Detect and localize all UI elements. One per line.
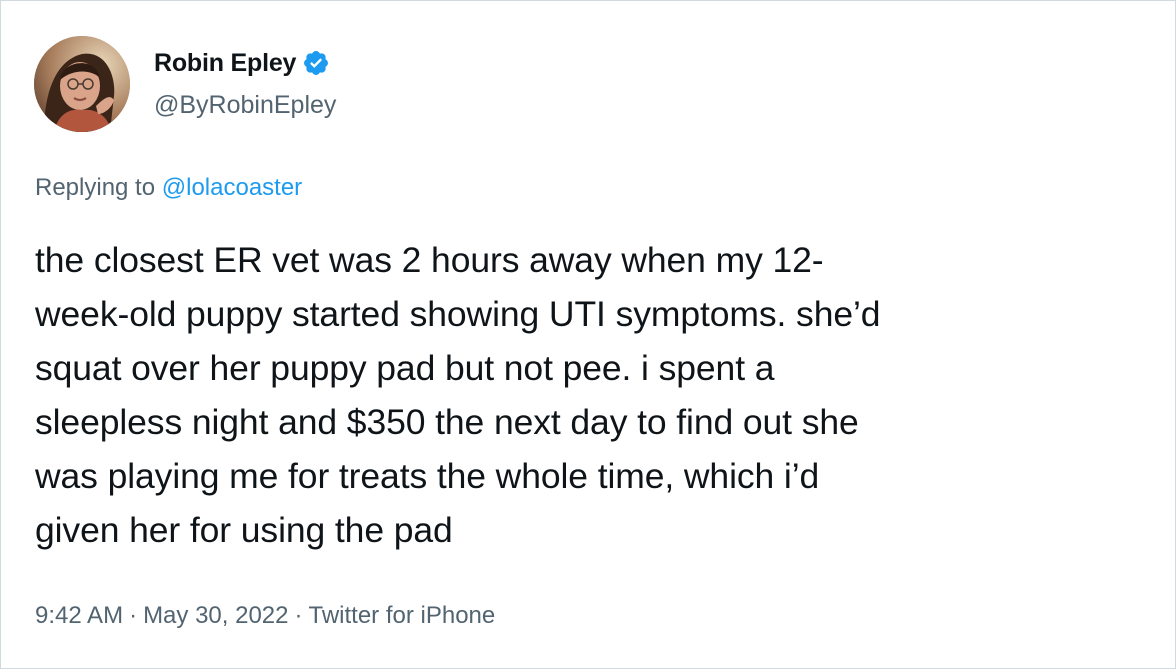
verified-badge-icon [302,49,330,77]
tweet-card: Robin Epley @ByRobinEpley Replying to @l… [0,0,1176,669]
tweet-text: the closest ER vet was 2 hours away when… [35,233,1145,557]
tweet-source[interactable]: Twitter for iPhone [309,602,496,629]
profile-photo-icon [34,36,130,132]
replying-to: Replying to @lolacoaster [35,173,302,203]
author-name-row[interactable]: Robin Epley [154,48,330,78]
avatar[interactable] [34,36,130,132]
tweet-text-line: given her for using the pad [35,510,453,550]
tweet-text-line: was playing me for treats the whole time… [35,456,820,496]
reply-target-link[interactable]: @lolacoaster [162,174,302,201]
tweet-text-line: week-old puppy started showing UTI sympt… [35,294,881,334]
tweet-text-line: squat over her puppy pad but not pee. i … [35,348,775,388]
tweet-date[interactable]: May 30, 2022 [143,602,288,629]
meta-separator: · [294,602,303,629]
tweet-time[interactable]: 9:42 AM [35,602,123,629]
tweet-text-line: the closest ER vet was 2 hours away when… [35,240,824,280]
meta-separator: · [129,602,138,629]
tweet-metadata: 9:42 AM · May 30, 2022 · Twitter for iPhone [35,601,495,631]
replying-to-prefix: Replying to [35,174,156,201]
tweet-text-line: sleepless night and $350 the next day to… [35,402,859,442]
display-name[interactable]: Robin Epley [154,48,296,78]
author-handle[interactable]: @ByRobinEpley [154,90,336,120]
